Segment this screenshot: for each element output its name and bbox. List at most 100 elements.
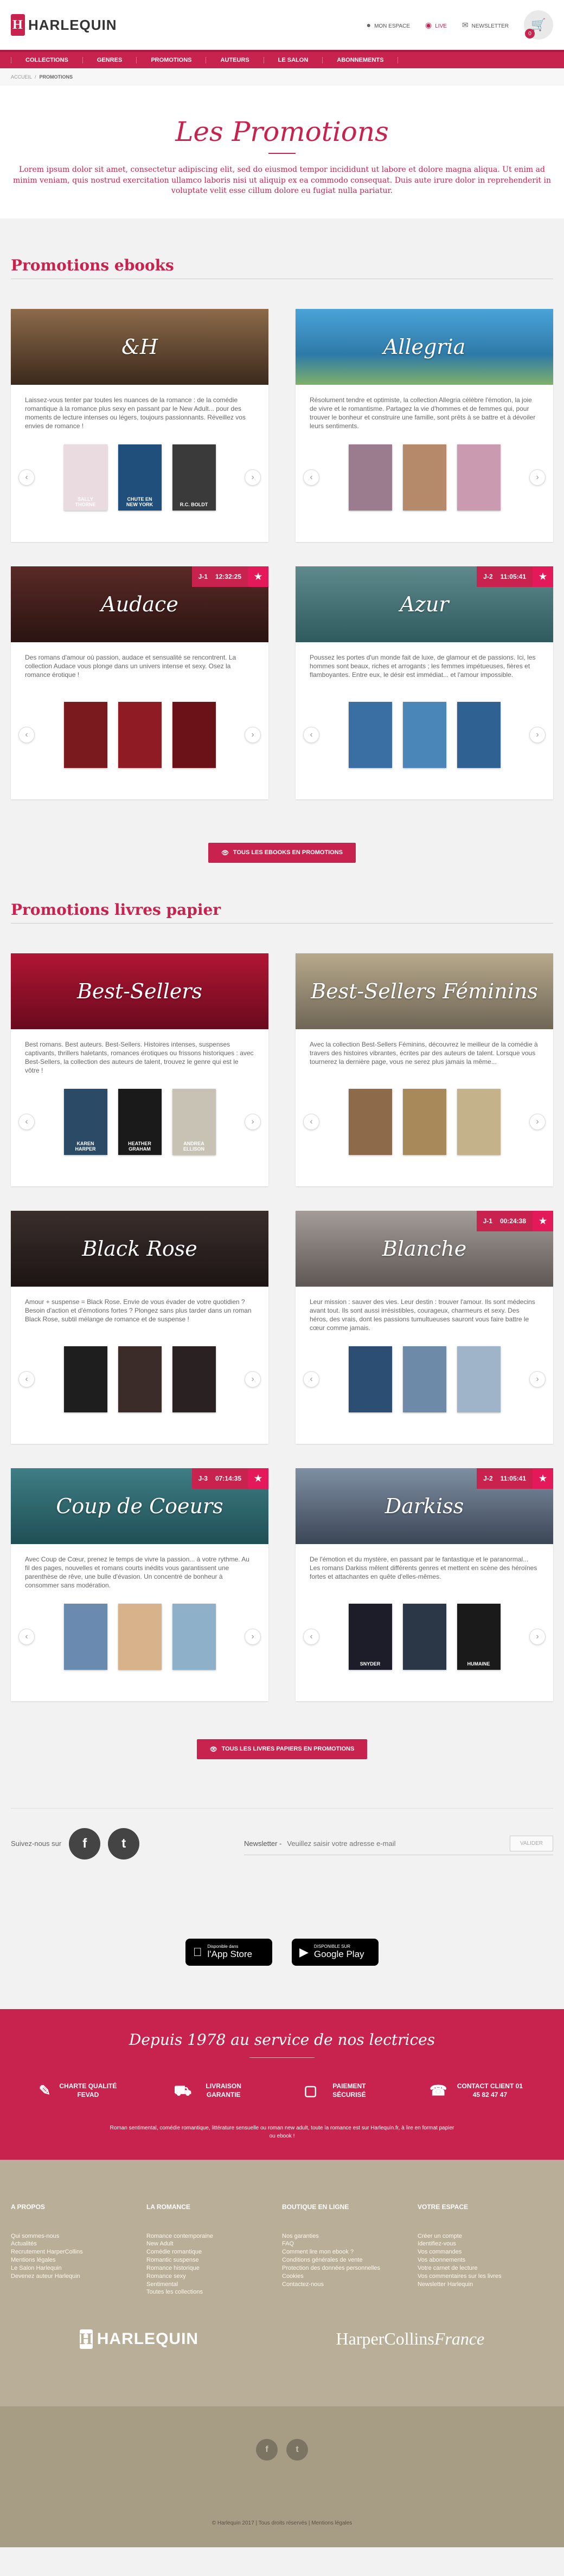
- all-ebooks-button[interactable]: 👁 TOUS LES EBOOKS EN PROMOTIONS: [208, 842, 356, 863]
- feature-contact[interactable]: ☎ CONTACT CLIENT 01 45 82 47 47: [430, 2082, 525, 2100]
- collection-banner[interactable]: Best-Sellers: [11, 953, 268, 1029]
- collection-banner[interactable]: Black Rose: [11, 1210, 268, 1287]
- collection-banner[interactable]: Blanche J-1 00:24:38 ★: [296, 1210, 553, 1287]
- collection-banner[interactable]: Audace J-1 12:32:25 ★: [11, 566, 268, 642]
- collection-banner[interactable]: Coup de Coeurs J-3 07:14:35 ★: [11, 1468, 268, 1544]
- footer-link[interactable]: Vos commandes: [418, 2248, 553, 2256]
- footer-link[interactable]: Mentions légales: [11, 2256, 146, 2264]
- nav-genres[interactable]: GENRES: [83, 57, 137, 63]
- nav-abonnements[interactable]: ABONNEMENTS: [323, 57, 399, 63]
- footer-link[interactable]: Romantic suspense: [146, 2256, 282, 2264]
- footer-link[interactable]: Conditions générales de vente: [282, 2256, 418, 2264]
- chevron-right-icon[interactable]: ›: [529, 469, 546, 486]
- book-cover[interactable]: R.C. BOLDT: [172, 444, 216, 511]
- footer-link[interactable]: Actualités: [11, 2240, 146, 2248]
- chevron-left-icon[interactable]: ‹: [303, 1113, 319, 1130]
- google-play-badge[interactable]: ▶ DISPONIBLE SUR Google Play: [292, 1938, 379, 1966]
- facebook-icon[interactable]: f: [69, 1828, 101, 1860]
- newsletter-link[interactable]: ✉ NEWSLETTER: [462, 21, 509, 30]
- app-store-badge[interactable]:  Disponible dansl'App Store: [185, 1938, 272, 1966]
- book-cover[interactable]: [63, 1603, 107, 1670]
- footer-link[interactable]: Recrutement HarperCollins: [11, 2248, 146, 2256]
- newsletter-submit-button[interactable]: VALIDER: [509, 1835, 553, 1851]
- footer-link[interactable]: Comment lire mon ebook ?: [282, 2248, 418, 2256]
- chevron-right-icon[interactable]: ›: [529, 1371, 546, 1387]
- chevron-left-icon[interactable]: ‹: [18, 469, 35, 486]
- nav-promotions[interactable]: PROMOTIONS: [137, 57, 207, 63]
- book-cover[interactable]: [402, 1603, 446, 1670]
- chevron-left-icon[interactable]: ‹: [303, 1628, 319, 1645]
- live-link[interactable]: ◉ LIVE: [425, 21, 447, 30]
- star-icon[interactable]: ★: [248, 1468, 268, 1489]
- chevron-left-icon[interactable]: ‹: [18, 726, 35, 743]
- chevron-left-icon[interactable]: ‹: [303, 469, 319, 486]
- newsletter-email-input[interactable]: [287, 1839, 504, 1848]
- nav-le-salon[interactable]: LE SALON: [264, 57, 323, 63]
- star-icon[interactable]: ★: [533, 1210, 553, 1231]
- footer-link[interactable]: Romance sexy: [146, 2272, 282, 2281]
- book-cover[interactable]: [348, 1346, 392, 1412]
- footer-link[interactable]: Le Salon Harlequin: [11, 2264, 146, 2272]
- twitter-icon[interactable]: t: [108, 1828, 140, 1860]
- collection-banner[interactable]: Azur J-2 11:05:41 ★: [296, 566, 553, 642]
- chevron-left-icon[interactable]: ‹: [303, 726, 319, 743]
- book-cover[interactable]: HUMAINE: [457, 1603, 501, 1670]
- breadcrumb-home[interactable]: ACCUEIL: [11, 74, 32, 80]
- footer-link[interactable]: Protection des données personnelles: [282, 2264, 418, 2272]
- chevron-right-icon[interactable]: ›: [529, 726, 546, 743]
- chevron-left-icon[interactable]: ‹: [18, 1113, 35, 1130]
- star-icon[interactable]: ★: [533, 566, 553, 587]
- chevron-left-icon[interactable]: ‹: [303, 1371, 319, 1387]
- footer-link[interactable]: Identifiez-vous: [418, 2240, 553, 2248]
- book-cover[interactable]: ANDREA ELLISON: [172, 1088, 216, 1155]
- all-paper-button[interactable]: 👁 TOUS LES LIVRES PAPIERS EN PROMOTIONS: [196, 1739, 368, 1759]
- harpercollins-logo[interactable]: HarperCollinsFrance: [336, 2329, 485, 2349]
- collection-banner[interactable]: &H: [11, 308, 268, 385]
- twitter-icon[interactable]: t: [286, 2438, 308, 2461]
- chevron-right-icon[interactable]: ›: [529, 1628, 546, 1645]
- book-cover[interactable]: [402, 701, 446, 768]
- star-icon[interactable]: ★: [248, 566, 268, 587]
- collection-banner[interactable]: Allegria: [296, 308, 553, 385]
- book-cover[interactable]: KAREN HARPER: [63, 1088, 107, 1155]
- footer-link[interactable]: Vos commentaires sur les livres: [418, 2272, 553, 2281]
- footer-link[interactable]: Comédie romantique: [146, 2248, 282, 2256]
- book-cover[interactable]: CHUTE EN NEW YORK: [118, 444, 162, 511]
- footer-link[interactable]: Newsletter Harlequin: [418, 2281, 553, 2289]
- chevron-right-icon[interactable]: ›: [245, 469, 261, 486]
- book-cover[interactable]: [118, 1603, 162, 1670]
- book-cover[interactable]: [457, 1346, 501, 1412]
- book-cover[interactable]: [402, 444, 446, 511]
- book-cover[interactable]: [172, 1603, 216, 1670]
- book-cover[interactable]: [348, 701, 392, 768]
- book-cover[interactable]: [457, 1088, 501, 1155]
- cart-button[interactable]: 🛒 0: [524, 10, 553, 40]
- nav-auteurs[interactable]: AUTEURS: [206, 57, 264, 63]
- footer-link[interactable]: Contactez-nous: [282, 2281, 418, 2289]
- book-cover[interactable]: SNYDER: [348, 1603, 392, 1670]
- footer-link[interactable]: Romance contemporaine: [146, 2232, 282, 2241]
- chevron-right-icon[interactable]: ›: [245, 1113, 261, 1130]
- book-cover[interactable]: [63, 1346, 107, 1412]
- book-cover[interactable]: [348, 1088, 392, 1155]
- book-cover[interactable]: [118, 701, 162, 768]
- footer-link[interactable]: Toutes les collections: [146, 2288, 282, 2296]
- footer-link[interactable]: Sentimental: [146, 2281, 282, 2289]
- footer-link[interactable]: Qui sommes-nous: [11, 2232, 146, 2241]
- star-icon[interactable]: ★: [533, 1468, 553, 1489]
- account-link[interactable]: ● MON ESPACE: [367, 21, 410, 29]
- chevron-right-icon[interactable]: ›: [529, 1113, 546, 1130]
- chevron-right-icon[interactable]: ›: [245, 1371, 261, 1387]
- book-cover[interactable]: [348, 444, 392, 511]
- collection-banner[interactable]: Darkiss J-2 11:05:41 ★: [296, 1468, 553, 1544]
- book-cover[interactable]: [63, 701, 107, 768]
- chevron-left-icon[interactable]: ‹: [18, 1628, 35, 1645]
- footer-link[interactable]: New Adult: [146, 2240, 282, 2248]
- footer-link[interactable]: Créer un compte: [418, 2232, 553, 2241]
- footer-harlequin-logo[interactable]: H HARLEQUIN: [80, 2329, 198, 2349]
- book-cover[interactable]: [457, 701, 501, 768]
- book-cover[interactable]: [118, 1346, 162, 1412]
- collection-banner[interactable]: Best-Sellers Féminins: [296, 953, 553, 1029]
- nav-collections[interactable]: COLLECTIONS: [11, 57, 83, 63]
- book-cover[interactable]: [172, 1346, 216, 1412]
